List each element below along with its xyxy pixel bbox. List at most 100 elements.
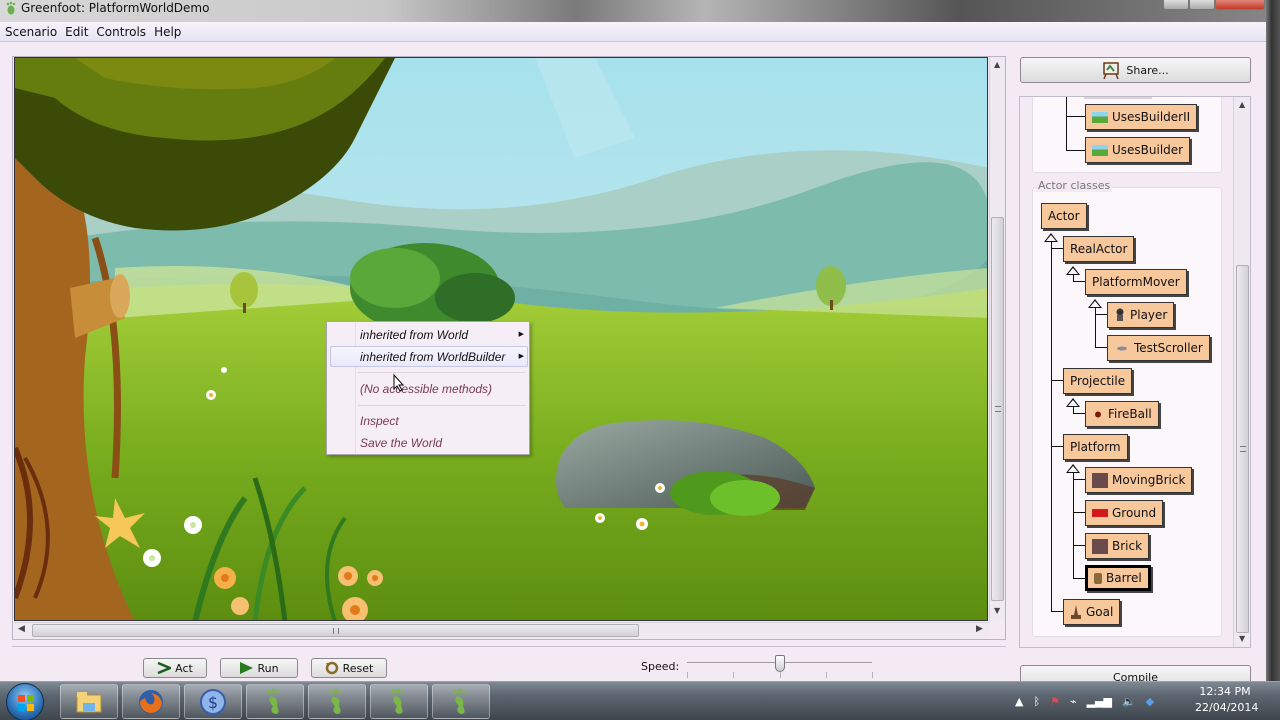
class-movingbrick[interactable]: MovingBrick	[1085, 467, 1193, 493]
scroll-left-icon[interactable]: ◀	[18, 624, 25, 634]
greenfoot-icon	[329, 688, 342, 714]
taskbar-greenfoot-4[interactable]	[432, 684, 490, 719]
class-player[interactable]: Player	[1107, 302, 1175, 328]
act-button[interactable]: Act	[143, 658, 207, 678]
class-name: RealActor	[1070, 242, 1128, 256]
reset-icon	[325, 661, 338, 675]
class-fireball[interactable]: FireBall	[1085, 401, 1159, 427]
class-ground[interactable]: Ground	[1085, 500, 1164, 526]
menu-controls[interactable]: Controls	[96, 25, 146, 39]
taskbar-greenfoot-3[interactable]	[370, 684, 428, 719]
menu-item-inspect[interactable]: Inspect	[360, 414, 399, 428]
power-plug-icon[interactable]: ⌁	[1070, 695, 1077, 708]
actor-classes-title: Actor classes	[1036, 179, 1113, 192]
scroll-up-icon[interactable]: ▲	[994, 60, 1000, 69]
dropbox-icon[interactable]: ◆	[1146, 695, 1154, 708]
title-bar: Greenfoot: PlatformWorldDemo	[0, 0, 1280, 22]
class-name: UsesBuilderII	[1112, 110, 1191, 124]
reset-label: Reset	[342, 661, 374, 675]
taskbar-clock[interactable]: 12:34 PM 22/04/2014	[1195, 684, 1258, 716]
landscape-icon	[1092, 111, 1108, 123]
goal-tower-icon	[1070, 605, 1082, 619]
barrel-icon	[1094, 572, 1102, 584]
speed-label: Speed:	[641, 660, 680, 673]
ground-icon	[1092, 509, 1108, 517]
class-platformmover[interactable]: PlatformMover	[1085, 269, 1187, 295]
run-button[interactable]: Run	[220, 658, 298, 678]
taskbar-firefox[interactable]	[122, 684, 180, 719]
taskbar-greenfoot-2[interactable]	[308, 684, 366, 719]
bluetooth-icon[interactable]: ᛒ	[1033, 695, 1040, 708]
firefox-icon	[139, 689, 163, 714]
close-button[interactable]	[1215, 0, 1265, 10]
menu-item-inherited-from-worldbuilder[interactable]: inherited from WorldBuilder	[360, 350, 505, 364]
scroll-down-icon[interactable]: ▼	[1239, 634, 1245, 643]
landscape-icon	[1092, 144, 1108, 156]
class-name: Actor	[1048, 209, 1080, 223]
minimize-button[interactable]	[1163, 0, 1189, 10]
class-browser-scrollbar[interactable]: ▲ ▼	[1233, 97, 1250, 647]
menu-item-no-accessible-methods: (No accessible methods)	[360, 382, 493, 396]
class-barrel[interactable]: Barrel	[1085, 565, 1151, 591]
brick-icon	[1092, 538, 1108, 554]
easel-icon	[1103, 62, 1120, 79]
world-vertical-scrollbar[interactable]: ▲ ▼	[989, 57, 1005, 621]
menu-help[interactable]: Help	[154, 25, 181, 39]
class-usesbuilder[interactable]: UsesBuilder	[1085, 137, 1191, 163]
folder-icon	[76, 691, 102, 712]
start-button[interactable]	[6, 683, 44, 720]
class-actor[interactable]: Actor	[1041, 203, 1087, 229]
class-usesbuilderii[interactable]: UsesBuilderII	[1085, 104, 1198, 130]
scroll-thumb[interactable]	[991, 217, 1004, 601]
menu-item-save-the-world[interactable]: Save the World	[360, 436, 442, 450]
sync-icon: $	[200, 688, 226, 715]
windows-logo-icon	[18, 695, 34, 711]
menu-edit[interactable]: Edit	[65, 25, 88, 39]
play-icon	[240, 662, 254, 674]
speed-slider-thumb[interactable]	[774, 655, 785, 672]
taskbar-greenfoot-1[interactable]	[246, 684, 304, 719]
class-name: MovingBrick	[1112, 473, 1186, 487]
taskbar-sync-app[interactable]: $	[184, 684, 242, 719]
scroller-sprite-icon	[1114, 343, 1130, 354]
class-name: Barrel	[1106, 571, 1142, 585]
brick-icon	[1092, 472, 1108, 488]
class-realactor[interactable]: RealActor	[1063, 236, 1135, 262]
menu-bar: Scenario Edit Controls Help	[0, 22, 1266, 42]
scroll-thumb[interactable]	[1236, 265, 1249, 633]
class-projectile[interactable]: Projectile	[1063, 368, 1133, 394]
submenu-arrow-icon: ▶	[518, 330, 524, 338]
menu-item-inherited-from-world[interactable]: inherited from World	[360, 328, 468, 342]
class-name: Platform	[1070, 440, 1121, 454]
class-name: FireBall	[1108, 407, 1152, 421]
class-goal[interactable]: Goal	[1063, 599, 1121, 625]
world-context-menu: inherited from World ▶ inherited from Wo…	[326, 321, 530, 455]
class-platform[interactable]: Platform	[1063, 434, 1128, 460]
class-browser: UsesBuilderII UsesBuilder Actor classes …	[1019, 96, 1251, 648]
greenfoot-icon	[6, 1, 16, 15]
class-name: Projectile	[1070, 374, 1126, 388]
volume-icon[interactable]: 🔈	[1122, 695, 1136, 708]
maximize-button[interactable]	[1189, 0, 1215, 10]
class-name: UsesBuilder	[1112, 143, 1184, 157]
action-center-flag-icon[interactable]: ⚑	[1050, 695, 1060, 708]
scroll-down-icon[interactable]: ▼	[994, 606, 1000, 615]
class-name: Brick	[1112, 539, 1143, 553]
scroll-up-icon[interactable]: ▲	[1239, 100, 1245, 109]
greenfoot-icon	[453, 688, 466, 714]
reset-button[interactable]: Reset	[311, 658, 387, 678]
menu-scenario[interactable]: Scenario	[5, 25, 57, 39]
class-brick[interactable]: Brick	[1085, 533, 1150, 559]
run-label: Run	[257, 661, 279, 675]
class-name: Ground	[1112, 506, 1157, 520]
scroll-right-icon[interactable]: ▶	[976, 624, 983, 634]
taskbar-file-explorer[interactable]	[60, 684, 118, 719]
class-testscroller[interactable]: TestScroller	[1107, 335, 1210, 361]
network-signal-icon[interactable]: ▂▄▆	[1087, 695, 1112, 708]
player-sprite-icon	[1114, 308, 1126, 322]
show-hidden-icons-icon[interactable]: ▲	[1015, 695, 1023, 708]
share-button[interactable]: Share...	[1020, 57, 1251, 83]
world-horizontal-scrollbar[interactable]: ◀ ▶	[14, 622, 989, 638]
scroll-thumb[interactable]	[32, 624, 639, 637]
class-name: Player	[1130, 308, 1168, 322]
